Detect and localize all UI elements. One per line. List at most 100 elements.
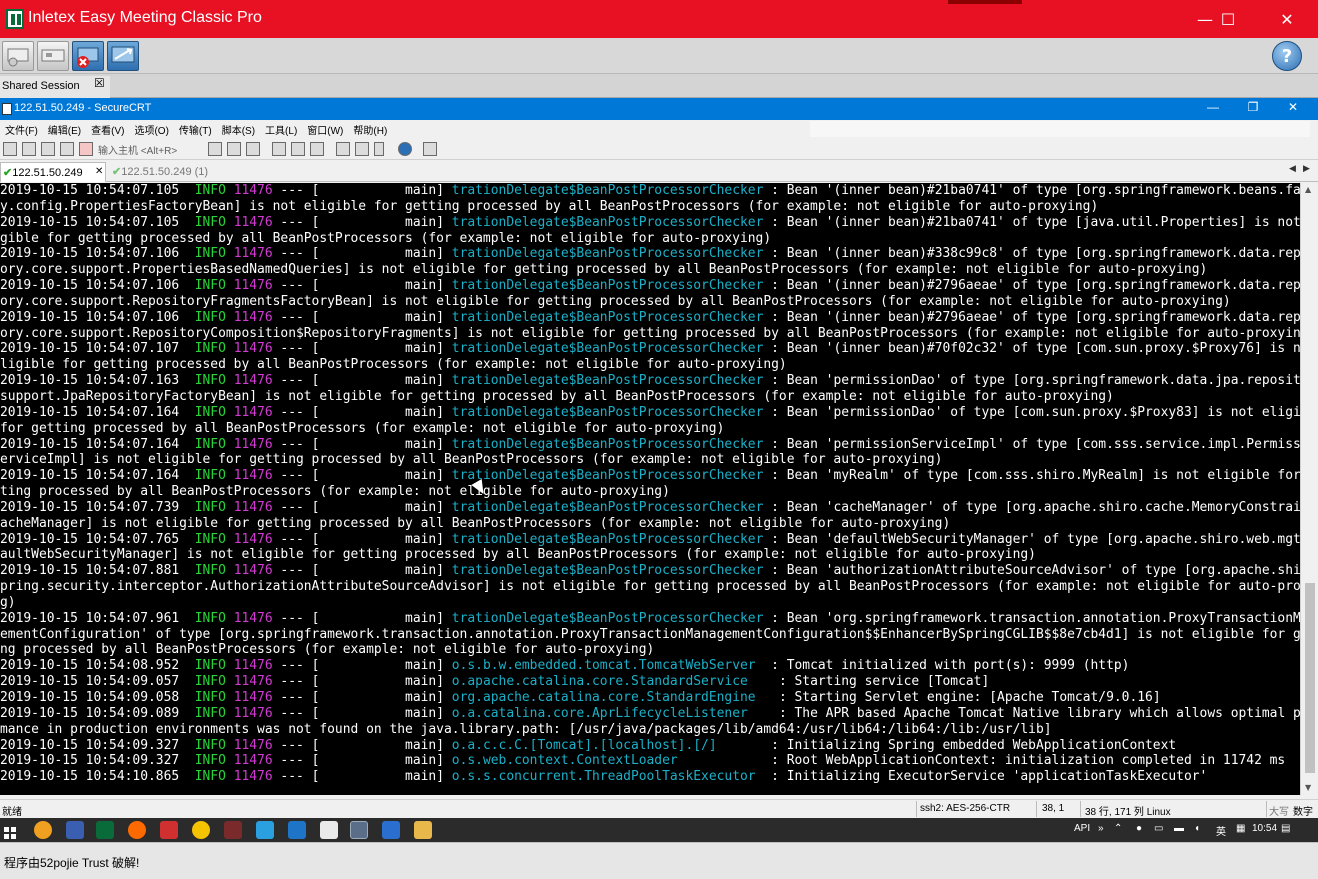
terminal-scrollbar[interactable]: ▲ ▼ — [1300, 183, 1318, 795]
log-level: INFO — [194, 436, 226, 452]
notifications-icon[interactable]: ▤ — [1281, 823, 1290, 834]
help-round-icon[interactable] — [398, 142, 412, 156]
share-screen-icon[interactable] — [37, 41, 69, 71]
log-message: : Bean 'org.springframework.transaction.… — [763, 610, 1300, 626]
terminal-line: aultWebSecurityManager] is not eligible … — [0, 547, 1300, 563]
terminal-line: acheManager] is not eligible for getting… — [0, 516, 1300, 532]
tray-chevron-icon[interactable]: ⌃ — [1114, 823, 1122, 834]
log-pid: 11476 — [233, 499, 273, 515]
global-options-icon[interactable] — [355, 142, 369, 156]
find-icon[interactable] — [246, 142, 260, 156]
menu-window[interactable]: 窗口(W) — [302, 120, 348, 137]
qq-icon[interactable] — [192, 821, 210, 839]
tabs-prev-arrow-icon[interactable]: ◀ — [1289, 164, 1296, 174]
help-icon[interactable]: ? — [1272, 41, 1302, 71]
crt-close-button[interactable]: ✕ — [1273, 100, 1313, 118]
log-timestamp: 2019-10-15 10:54:08.952 — [0, 658, 180, 674]
log-message: : Bean 'myRealm' of type [com.sss.shiro.… — [763, 468, 1300, 484]
clock[interactable]: 10:54 — [1252, 823, 1277, 834]
log-level: INFO — [194, 246, 226, 262]
crt-restore-button[interactable]: ❐ — [1233, 100, 1273, 118]
browser-icon[interactable] — [34, 821, 52, 839]
app-blue-icon[interactable] — [256, 821, 274, 839]
scroll-up-arrow-icon[interactable]: ▲ — [1305, 185, 1311, 194]
volume-icon[interactable]: ◖ — [1194, 823, 1200, 834]
connect-icon[interactable] — [3, 142, 17, 156]
tabs-next-arrow-icon[interactable]: ▶ — [1303, 164, 1310, 174]
vscode-icon[interactable] — [288, 821, 306, 839]
firefox-icon[interactable] — [128, 821, 146, 839]
log-timestamp: 2019-10-15 10:54:07.106 — [0, 246, 180, 262]
securecrt-taskbar-icon[interactable] — [350, 821, 368, 839]
log-continuation: aultWebSecurityManager] is not eligible … — [0, 547, 1036, 563]
log-timestamp: 2019-10-15 10:54:07.106 — [0, 278, 180, 294]
key-icon[interactable] — [374, 142, 384, 156]
tab-close-icon[interactable]: ✕ — [95, 166, 103, 177]
printer-icon[interactable] — [310, 142, 324, 156]
connect-tab-icon[interactable] — [41, 142, 55, 156]
tab-session-2[interactable]: ✔122.51.50.249 (1) — [110, 162, 220, 182]
menu-file[interactable]: 文件(F) — [0, 120, 43, 137]
session-options-icon[interactable] — [336, 142, 350, 156]
terminal-line: 2019-10-15 10:54:09.327 INFO 11476 --- [… — [0, 738, 1300, 754]
shared-session-close-icon[interactable]: ☒ — [94, 76, 105, 90]
copy-icon[interactable] — [208, 142, 222, 156]
app-titlebar: Inletex Easy Meeting Classic Pro — ☐ ✕ — [0, 0, 1318, 38]
tray-app-icon[interactable]: ● — [1136, 823, 1142, 834]
log-timestamp: 2019-10-15 10:54:07.105 — [0, 183, 180, 198]
menu-tools[interactable]: 工具(L) — [260, 120, 302, 137]
stop-sharing-icon[interactable] — [72, 41, 104, 71]
notepad-icon[interactable] — [320, 821, 338, 839]
network-icon[interactable]: ▭ — [1154, 823, 1163, 834]
crt-minimize-button[interactable]: — — [1193, 100, 1233, 118]
log-logger: trationDelegate$BeanPostProcessorChecker — [451, 499, 764, 515]
close-button[interactable]: ✕ — [1264, 0, 1310, 38]
paste-icon[interactable] — [227, 142, 241, 156]
ime-indicator[interactable]: 英 — [1216, 823, 1226, 838]
log-message: : Initializing Spring embedded WebApplic… — [763, 737, 1177, 753]
tool-icon[interactable] — [66, 821, 84, 839]
log-continuation: mance in production environments was not… — [0, 721, 1052, 737]
menu-view[interactable]: 查看(V) — [86, 120, 129, 137]
sftp-icon[interactable] — [423, 142, 437, 156]
print-icon[interactable] — [272, 142, 286, 156]
terminal-line: erviceImpl] is not eligible for getting … — [0, 452, 1300, 468]
quick-connect-icon[interactable] — [22, 142, 36, 156]
print-selection-icon[interactable] — [291, 142, 305, 156]
inletex-taskbar-icon[interactable] — [96, 821, 114, 839]
log-logger: trationDelegate$BeanPostProcessorChecker — [451, 531, 764, 547]
folder-icon[interactable] — [414, 821, 432, 839]
log-timestamp: 2019-10-15 10:54:09.089 — [0, 705, 180, 721]
battery-icon[interactable]: ▬ — [1174, 823, 1184, 834]
tray-extra-icon[interactable]: ▦ — [1236, 823, 1245, 834]
reconnect-icon[interactable] — [60, 142, 74, 156]
word-icon[interactable] — [382, 821, 400, 839]
scrollbar-thumb[interactable] — [1305, 583, 1315, 773]
scroll-down-arrow-icon[interactable]: ▼ — [1305, 783, 1311, 792]
log-pid: 11476 — [233, 278, 273, 294]
log-message: : Bean '(inner bean)#2796aeae' of type [… — [763, 278, 1300, 294]
quick-connect-input[interactable]: 输入主机 <Alt+R> — [98, 142, 177, 157]
menu-help[interactable]: 帮助(H) — [348, 120, 392, 137]
disconnect-icon[interactable] — [79, 142, 93, 156]
log-logger: o.a.catalina.core.AprLifecycleListener — [451, 705, 772, 721]
tab-session-1[interactable]: ✔122.51.50.249 ✕ — [0, 162, 106, 182]
crt-statusbar: 就绪 ssh2: AES-256-CTR 38, 1 38 行, 171 列 L… — [0, 799, 1318, 818]
menu-script[interactable]: 脚本(S) — [217, 120, 260, 137]
terminal-line: for getting processed by all BeanPostPro… — [0, 421, 1300, 437]
tray-overflow-icon[interactable]: » — [1098, 823, 1104, 834]
add-participant-icon[interactable] — [2, 41, 34, 71]
menu-options[interactable]: 选项(O) — [129, 120, 173, 137]
menu-transfer[interactable]: 传输(T) — [174, 120, 217, 137]
menu-edit[interactable]: 编辑(E) — [43, 120, 86, 137]
windows-start-icon[interactable] — [4, 824, 16, 839]
remote-control-icon[interactable] — [107, 41, 139, 71]
maximize-button[interactable]: ☐ — [1205, 0, 1251, 38]
terminal-line: 2019-10-15 10:54:07.106 INFO 11476 --- [… — [0, 310, 1300, 326]
tray-api[interactable]: API — [1074, 823, 1090, 834]
app-red-icon[interactable] — [160, 821, 178, 839]
log-level: INFO — [194, 404, 226, 420]
log-thread: --- [ main] — [272, 563, 452, 579]
app-maroon-icon[interactable] — [224, 821, 242, 839]
terminal-output[interactable]: 2019-10-15 10:54:07.105 INFO 11476 --- [… — [0, 183, 1300, 795]
